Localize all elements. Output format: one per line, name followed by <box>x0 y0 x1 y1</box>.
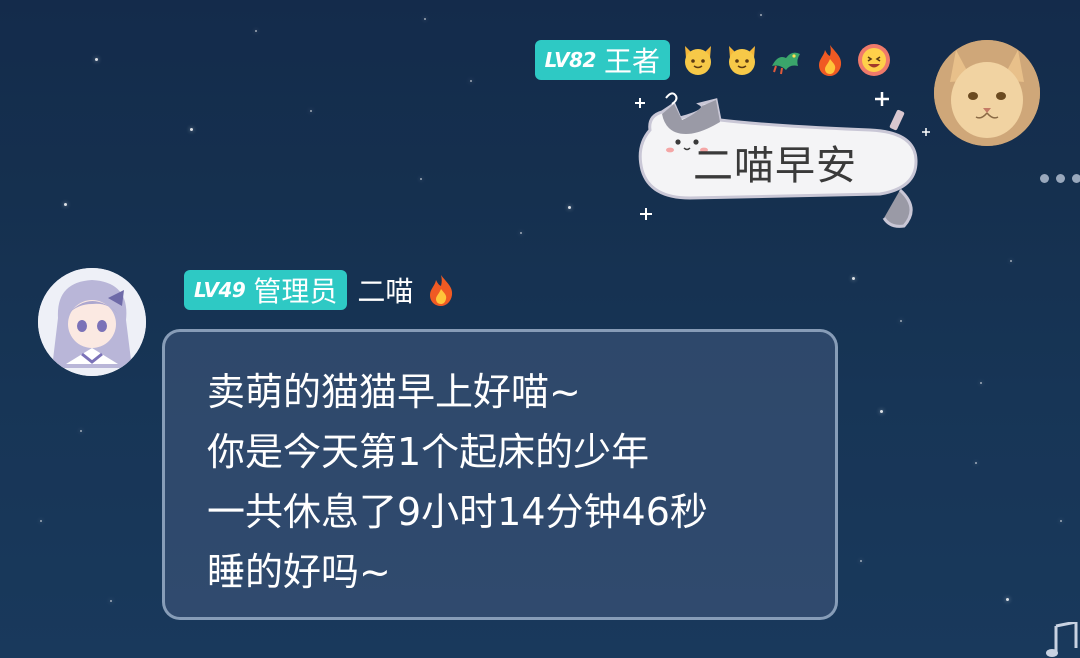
fire-icon <box>810 40 850 80</box>
dot-icon <box>1040 174 1049 183</box>
emoji-row <box>678 40 894 80</box>
message-line: 卖萌的猫猫早上好喵~ <box>207 370 581 414</box>
cat-face-icon <box>722 40 762 80</box>
cat-face-icon <box>678 40 718 80</box>
cat-photo-icon <box>934 40 1040 146</box>
message-bubble[interactable]: 卖萌的猫猫早上好喵~ 你是今天第1个起床的少年 一共休息了9小时14分钟46秒 … <box>162 329 838 620</box>
message-line: 你是今天第1个起床的少年 <box>207 430 650 474</box>
user-avatar[interactable] <box>934 40 1040 146</box>
anime-girl-avatar-icon <box>38 268 146 376</box>
more-options-button[interactable] <box>1040 174 1080 183</box>
sender-name: 二喵 <box>357 275 414 308</box>
admin-avatar[interactable] <box>38 268 146 376</box>
message-right-header: LV82 王者 <box>534 40 894 80</box>
level-badge: LV82 王者 <box>534 40 670 80</box>
music-note-icon[interactable] <box>1040 622 1080 658</box>
sticker-text: 二喵早安 <box>693 143 857 189</box>
level-badge: LV49 管理员 <box>184 270 348 310</box>
role-label: 王者 <box>603 45 660 78</box>
level-label: LV49 <box>194 278 246 302</box>
fire-icon <box>421 270 461 310</box>
message-left-header: LV49 管理员 二喵 <box>184 270 461 310</box>
dot-icon <box>1056 174 1065 183</box>
level-label: LV82 <box>544 48 597 72</box>
dragon-icon <box>766 40 806 80</box>
grinning-face-icon <box>854 40 894 80</box>
dot-icon <box>1072 174 1080 183</box>
message-line: 一共休息了9小时14分钟46秒 <box>207 490 708 534</box>
role-label: 管理员 <box>253 275 338 308</box>
message-line: 睡的好吗~ <box>207 550 391 594</box>
